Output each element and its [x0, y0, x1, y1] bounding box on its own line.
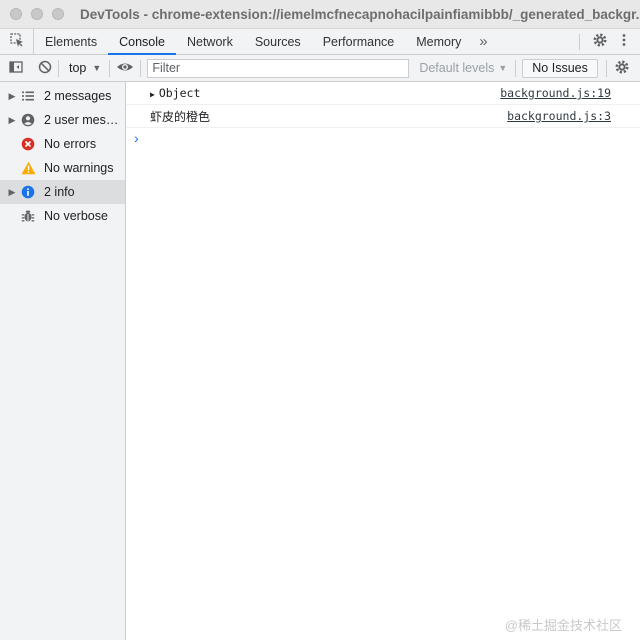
- sidebar-item-messages[interactable]: ▶ 2 messages: [0, 84, 125, 108]
- warning-icon: [20, 160, 36, 176]
- clear-icon: [37, 59, 53, 78]
- clear-console-button[interactable]: [32, 55, 58, 81]
- error-icon: [20, 136, 36, 152]
- divider: [515, 59, 517, 77]
- dropdown-triangle-icon: ▼: [92, 63, 102, 73]
- inspect-element-button[interactable]: [0, 29, 34, 54]
- message-text: Object: [158, 86, 201, 100]
- sidebar-item-user-messages[interactable]: ▶ 2 user mes…: [0, 108, 125, 132]
- console-sidebar: ▶ 2 messages ▶ 2 user mes… No errors No …: [0, 82, 126, 640]
- context-select[interactable]: top ▼: [59, 55, 109, 81]
- tab-network[interactable]: Network: [176, 29, 244, 54]
- tab-performance[interactable]: Performance: [312, 29, 406, 54]
- filter-input[interactable]: [147, 58, 410, 78]
- expand-arrow-icon[interactable]: ▶: [0, 187, 20, 198]
- sidebar-item-label: No verbose: [44, 209, 108, 223]
- close-window-button[interactable]: [10, 8, 22, 20]
- divider: [579, 33, 580, 50]
- prompt-chevron-icon: ›: [134, 130, 139, 146]
- window-title: DevTools - chrome-extension://iemelmcfne…: [80, 6, 640, 22]
- gear-icon: [592, 32, 608, 51]
- watermark: @稀土掘金技术社区: [504, 618, 622, 633]
- sidebar-item-warnings[interactable]: No warnings: [0, 156, 125, 180]
- issues-button[interactable]: No Issues: [522, 58, 598, 78]
- sidebar-item-label: 2 user mes…: [44, 113, 119, 127]
- user-icon: [20, 112, 36, 128]
- sidebar-toggle-icon: [8, 59, 24, 78]
- sidebar-item-verbose[interactable]: No verbose: [0, 204, 125, 228]
- kebab-menu-icon: [616, 32, 632, 51]
- console-settings-button[interactable]: [607, 55, 637, 81]
- info-icon: [20, 184, 36, 200]
- source-link[interactable]: background.js:19: [500, 86, 611, 100]
- minimize-window-button[interactable]: [31, 8, 43, 20]
- message-content: 虾皮的橙色: [126, 108, 210, 125]
- tab-sources[interactable]: Sources: [244, 29, 312, 54]
- log-levels-label: Default levels: [419, 61, 495, 75]
- context-value: top: [69, 61, 87, 75]
- message-content[interactable]: ▶ Object: [126, 86, 200, 100]
- console-prompt[interactable]: ›: [126, 128, 640, 148]
- list-icon: [20, 88, 36, 104]
- message-text: 虾皮的橙色: [150, 109, 211, 124]
- sidebar-item-label: 2 messages: [44, 89, 112, 103]
- more-tabs-button[interactable]: »: [472, 29, 494, 54]
- expand-object-icon[interactable]: ▶: [150, 90, 155, 99]
- toggle-sidebar-button[interactable]: [0, 55, 32, 81]
- zoom-window-button[interactable]: [52, 8, 64, 20]
- divider: [140, 59, 142, 77]
- sidebar-item-label: No warnings: [44, 161, 114, 175]
- console-toolbar: top ▼ Default levels ▼ No Issues: [0, 55, 640, 82]
- bug-icon: [20, 208, 36, 224]
- panel-tabs-bar: Elements Console Network Sources Perform…: [0, 29, 640, 55]
- inspect-icon: [9, 32, 25, 51]
- expand-arrow-icon[interactable]: ▶: [0, 115, 20, 126]
- sidebar-item-label: No errors: [44, 137, 97, 151]
- eye-icon: [116, 59, 134, 78]
- console-message: 虾皮的橙色 background.js:3: [126, 105, 640, 128]
- log-levels-select[interactable]: Default levels ▼: [415, 55, 515, 81]
- tab-console[interactable]: Console: [108, 29, 176, 55]
- sidebar-item-info[interactable]: ▶ 2 info: [0, 180, 125, 204]
- window-controls: [10, 8, 64, 20]
- tab-memory[interactable]: Memory: [405, 29, 472, 54]
- source-link[interactable]: background.js:3: [507, 109, 611, 123]
- console-message: ▶ Object background.js:19: [126, 82, 640, 105]
- live-expression-button[interactable]: [110, 55, 140, 81]
- dropdown-triangle-icon: ▼: [498, 63, 508, 73]
- tabs-right-actions: [573, 29, 640, 54]
- tab-elements[interactable]: Elements: [34, 29, 108, 54]
- window-titlebar: DevTools - chrome-extension://iemelmcfne…: [0, 0, 640, 29]
- console-output[interactable]: ▶ Object background.js:19 虾皮的橙色 backgroun…: [126, 82, 640, 640]
- expand-arrow-icon[interactable]: ▶: [0, 91, 20, 102]
- settings-button[interactable]: [590, 32, 610, 52]
- sidebar-item-label: 2 info: [44, 185, 75, 199]
- more-options-button[interactable]: [614, 32, 634, 52]
- sidebar-item-errors[interactable]: No errors: [0, 132, 125, 156]
- gear-icon: [614, 59, 630, 78]
